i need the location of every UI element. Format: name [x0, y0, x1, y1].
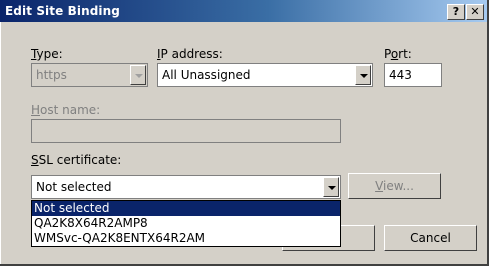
dropdown-option-qa2k8x64r2amp8[interactable]: QA2K8X64R2AMP8: [32, 216, 340, 231]
type-value: https: [36, 68, 67, 82]
chevron-down-icon[interactable]: [355, 65, 371, 85]
type-select: https: [31, 63, 148, 87]
ssl-certificate-value: Not selected: [36, 180, 112, 194]
port-label: Port:: [384, 47, 412, 61]
ip-address-value: All Unassigned: [162, 68, 251, 82]
help-button[interactable]: ?: [447, 4, 465, 20]
chevron-down-icon[interactable]: [323, 177, 339, 197]
dropdown-option-not-selected[interactable]: Not selected: [32, 201, 340, 216]
title-bar[interactable]: Edit Site Binding ? ✕: [0, 0, 487, 22]
dropdown-option-wmsvc[interactable]: WMSvc-QA2K8ENTX64R2AM: [32, 231, 340, 246]
ip-address-label: IP address:: [157, 47, 223, 61]
view-button: View...: [348, 173, 441, 199]
window-title: Edit Site Binding: [5, 4, 120, 18]
host-name-label: Host name:: [31, 103, 101, 117]
port-input[interactable]: 443: [384, 63, 442, 87]
edit-site-binding-dialog: Edit Site Binding ? ✕ Type: https IP add…: [0, 0, 489, 266]
cancel-button[interactable]: Cancel: [384, 225, 477, 251]
port-value: 443: [389, 68, 412, 82]
type-label: Type:: [31, 47, 63, 61]
ssl-certificate-dropdown-list[interactable]: Not selected QA2K8X64R2AMP8 WMSvc-QA2K8E…: [31, 200, 341, 247]
chevron-down-icon: [130, 65, 146, 85]
close-button[interactable]: ✕: [466, 4, 484, 20]
ssl-certificate-label: SSL certificate:: [31, 153, 122, 167]
ip-address-select[interactable]: All Unassigned: [157, 63, 373, 87]
ssl-certificate-select[interactable]: Not selected: [31, 175, 341, 199]
host-name-input: [31, 119, 341, 143]
